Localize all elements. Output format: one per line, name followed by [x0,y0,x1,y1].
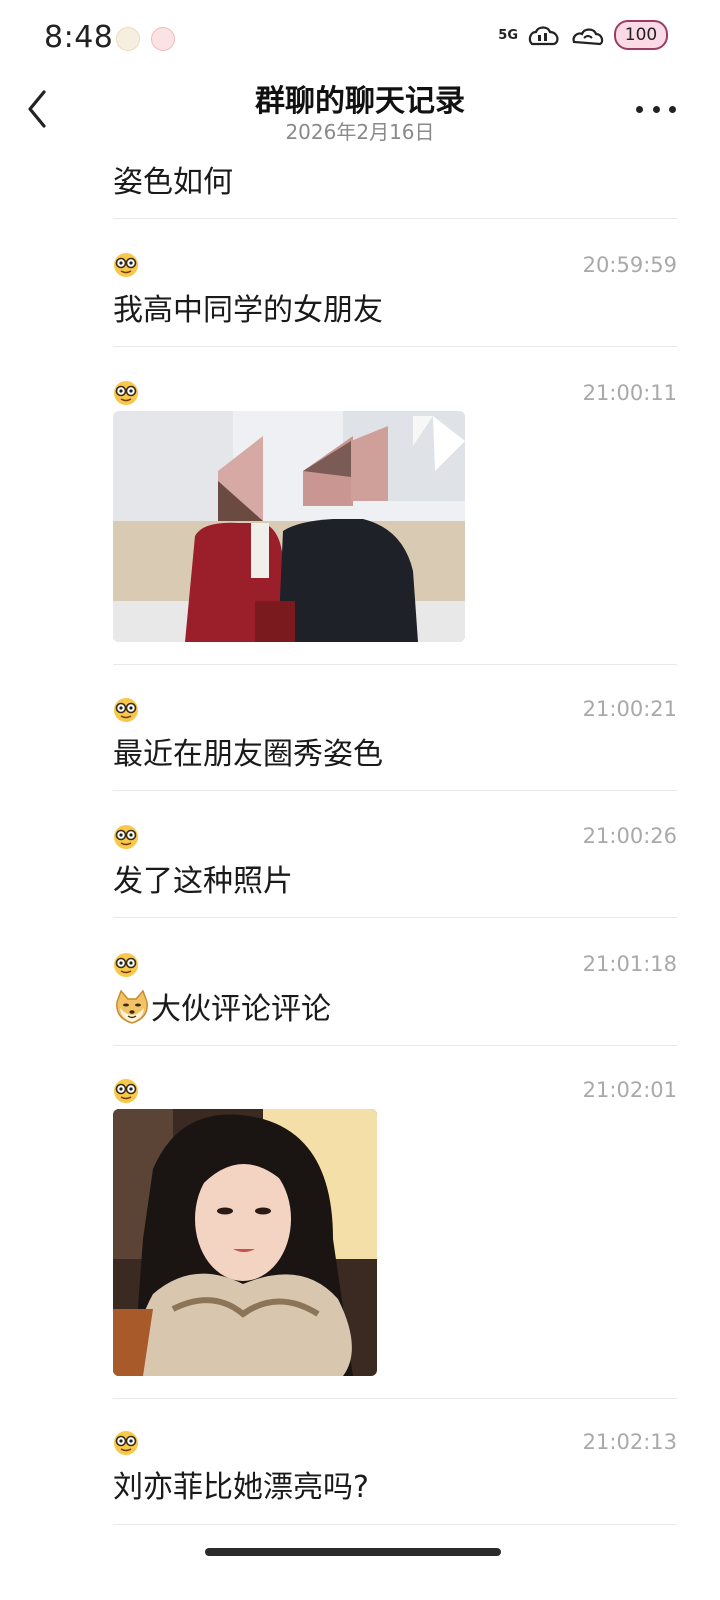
status-time: 8:48 [44,20,114,55]
nerd-face-avatar-icon [114,953,138,977]
battery-indicator: 100 [614,20,668,50]
woman-portrait-image[interactable] [113,1109,377,1376]
chat-record-item: 21:01:18 大伙评论评论 [113,918,677,1046]
chat-record-item: 21:00:11 [113,347,677,665]
page-subtitle-date: 2026年2月16日 [285,120,435,144]
nav-bar: 群聊的聊天记录 2026年2月16日 [0,72,720,144]
network-label: 5G [498,27,518,43]
message-timestamp: 21:00:26 [582,824,677,848]
chat-record-item: 20:59:59 我高中同学的女朋友 [113,219,677,347]
more-options-icon[interactable] [636,94,676,124]
message-text: 姿色如何 [113,165,233,200]
message-timestamp: 21:00:11 [582,381,677,405]
signal-icon [528,26,559,46]
chat-record-item: 21:00:21 最近在朋友圈秀姿色 [113,665,677,791]
nerd-face-avatar-icon [114,1079,138,1103]
message-timestamp: 21:00:21 [582,697,677,721]
chat-record-item: 姿色如何 [113,145,677,219]
message-text: 最近在朋友圈秀姿色 [113,737,383,772]
message-text: 大伙评论评论 [151,992,331,1027]
notification-icon [116,27,140,51]
notification-icon [151,27,175,51]
nerd-face-avatar-icon [114,1431,138,1455]
home-indicator[interactable] [205,1548,501,1556]
message-text: 发了这种照片 [113,864,293,899]
message-timestamp: 21:01:18 [582,952,677,976]
nerd-face-avatar-icon [114,253,138,277]
nerd-face-avatar-icon [114,381,138,405]
message-timestamp: 20:59:59 [582,253,677,277]
message-text: 刘亦菲比她漂亮吗? [113,1470,369,1505]
message-text: 我高中同学的女朋友 [113,293,383,328]
chat-record-item: 21:02:01 [113,1046,677,1399]
message-timestamp: 21:02:01 [582,1078,677,1102]
status-icons: 5G 100 [498,20,668,50]
message-timestamp: 21:02:13 [582,1430,677,1454]
message-text-row: 大伙评论评论 [113,984,331,1028]
nerd-face-avatar-icon [114,825,138,849]
couple-photo-image[interactable] [113,411,465,642]
wifi-icon [572,28,604,46]
status-bar: 8:48 5G 100 [0,0,720,72]
chat-record-item: 21:00:26 发了这种照片 [113,791,677,918]
chat-record-item: 21:02:13 刘亦菲比她漂亮吗? [113,1399,677,1525]
nerd-face-avatar-icon [114,698,138,722]
page-title: 群聊的聊天记录 [255,84,465,119]
doge-emoji-icon [116,989,148,1024]
